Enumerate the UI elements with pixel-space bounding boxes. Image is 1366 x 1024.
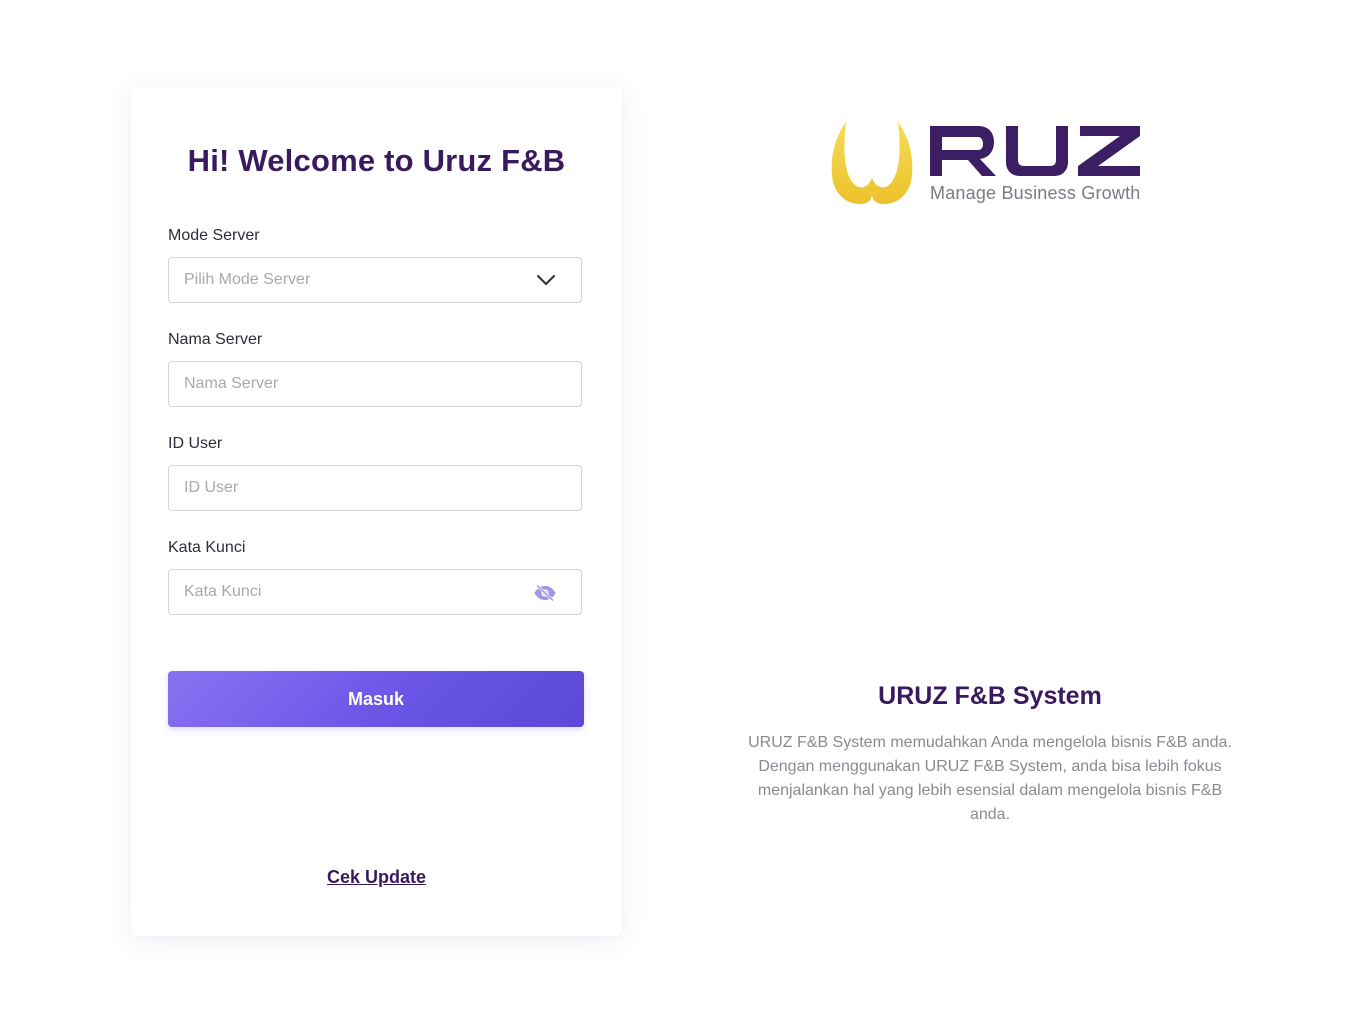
kata-kunci-input[interactable] (184, 570, 524, 614)
system-description: URUZ F&B System memudahkan Anda mengelol… (748, 734, 1232, 823)
nama-server-field-box (168, 361, 582, 407)
id-user-label: ID User (168, 435, 223, 452)
mode-server-select[interactable]: Pilih Mode Server (168, 257, 582, 303)
kata-kunci-field-box (168, 569, 582, 615)
mode-server-placeholder: Pilih Mode Server (184, 271, 311, 288)
chevron-down-icon (537, 275, 555, 285)
welcome-title: Hi! Welcome to Uruz F&B (187, 143, 566, 178)
login-page: Hi! Welcome to Uruz F&B Mode Server Pili… (0, 0, 1366, 1024)
eye-hidden-icon[interactable] (533, 583, 557, 603)
kata-kunci-label: Kata Kunci (168, 539, 246, 556)
system-title: URUZ F&B System (878, 682, 1102, 710)
nama-server-input[interactable] (184, 362, 524, 406)
cek-update-link[interactable]: Cek Update (131, 867, 622, 888)
logo-tagline: Manage Business Growth (930, 183, 1141, 203)
mode-server-label: Mode Server (168, 227, 260, 244)
login-card: Hi! Welcome to Uruz F&B Mode Server Pili… (131, 87, 622, 936)
id-user-field-box (168, 465, 582, 511)
id-user-input[interactable] (184, 466, 524, 510)
login-button[interactable]: Masuk (168, 671, 584, 727)
nama-server-label: Nama Server (168, 331, 263, 348)
